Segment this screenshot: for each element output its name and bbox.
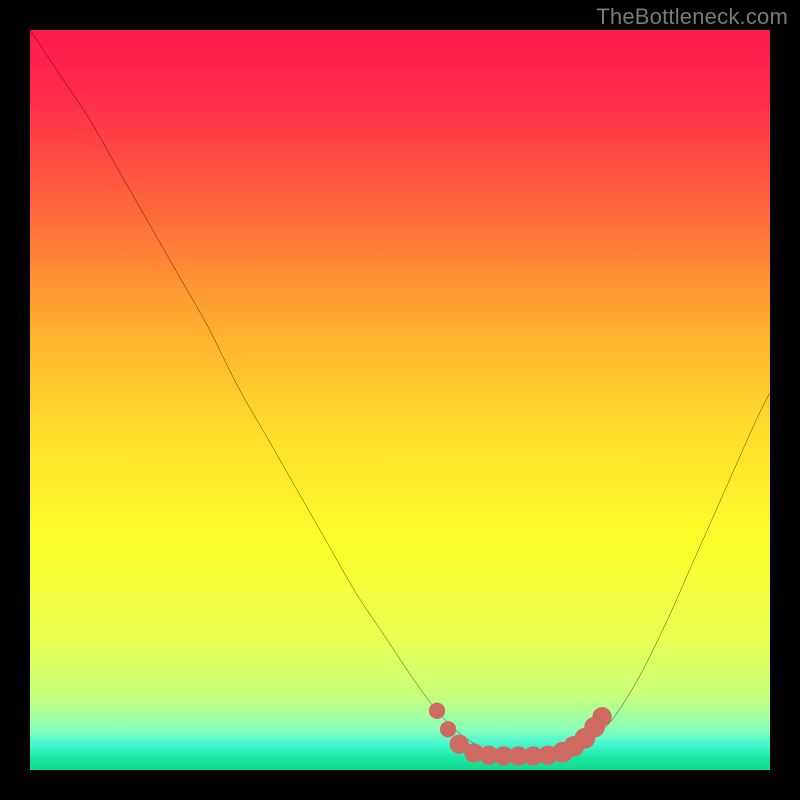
marker-dot bbox=[592, 707, 611, 726]
bottleneck-chart bbox=[30, 30, 770, 770]
marker-dot bbox=[429, 703, 445, 719]
watermark-text: TheBottleneck.com bbox=[596, 4, 788, 30]
marker-dot bbox=[440, 721, 456, 737]
chart-stage: TheBottleneck.com bbox=[0, 0, 800, 800]
